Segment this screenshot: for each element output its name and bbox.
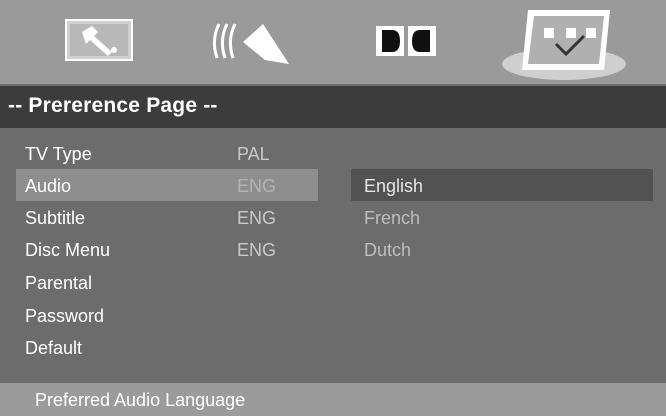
menu-item-label: Password: [25, 306, 105, 326]
menu-item-label: TV Type: [25, 144, 92, 164]
option-english[interactable]: English: [364, 176, 423, 197]
menu-item-default[interactable]: Default: [0, 334, 666, 364]
menu-item-audio[interactable]: Audio ENG: [0, 172, 666, 202]
page-title-bar: -- Prererence Page --: [0, 86, 666, 128]
menu-item-value: ENG: [237, 240, 277, 260]
menu-item-parental[interactable]: Parental: [0, 269, 666, 299]
checkmark-icon: [502, 10, 626, 80]
dolby-icon: [376, 26, 436, 56]
menu-item-label: Default: [25, 338, 83, 358]
status-bar: Preferred Audio Language: [0, 383, 666, 416]
menu-item-label: Parental: [25, 273, 93, 293]
page-title: -- Prererence Page --: [8, 94, 218, 117]
option-dutch[interactable]: Dutch: [364, 240, 411, 261]
tab-general-setup[interactable]: [60, 0, 150, 84]
tab-audio-setup[interactable]: [205, 0, 305, 84]
menu-item-password[interactable]: Password: [0, 302, 666, 332]
menu-item-label: Subtitle: [25, 208, 86, 228]
menu-item-label: Audio: [25, 176, 72, 196]
option-french[interactable]: French: [364, 208, 420, 229]
menu-item-subtitle[interactable]: Subtitle ENG: [0, 204, 666, 234]
menu-item-label: Disc Menu: [25, 240, 111, 260]
dvd-setup-screen: -- Prererence Page -- TV Type PAL Audio …: [0, 0, 666, 416]
speaker-icon: [212, 23, 289, 64]
tab-dolby-setup[interactable]: [370, 0, 460, 84]
status-text: Preferred Audio Language: [35, 390, 246, 410]
menu-item-value: PAL: [237, 144, 270, 164]
tab-preference-setup[interactable]: [500, 0, 630, 84]
menu-item-value: ENG: [237, 208, 277, 228]
menu-item-value: ENG: [237, 176, 277, 196]
wrench-icon: [65, 19, 133, 61]
menu-item-tv-type[interactable]: TV Type PAL: [0, 140, 666, 170]
setup-tab-bar: [0, 0, 666, 84]
menu-item-disc-menu[interactable]: Disc Menu ENG: [0, 236, 666, 266]
